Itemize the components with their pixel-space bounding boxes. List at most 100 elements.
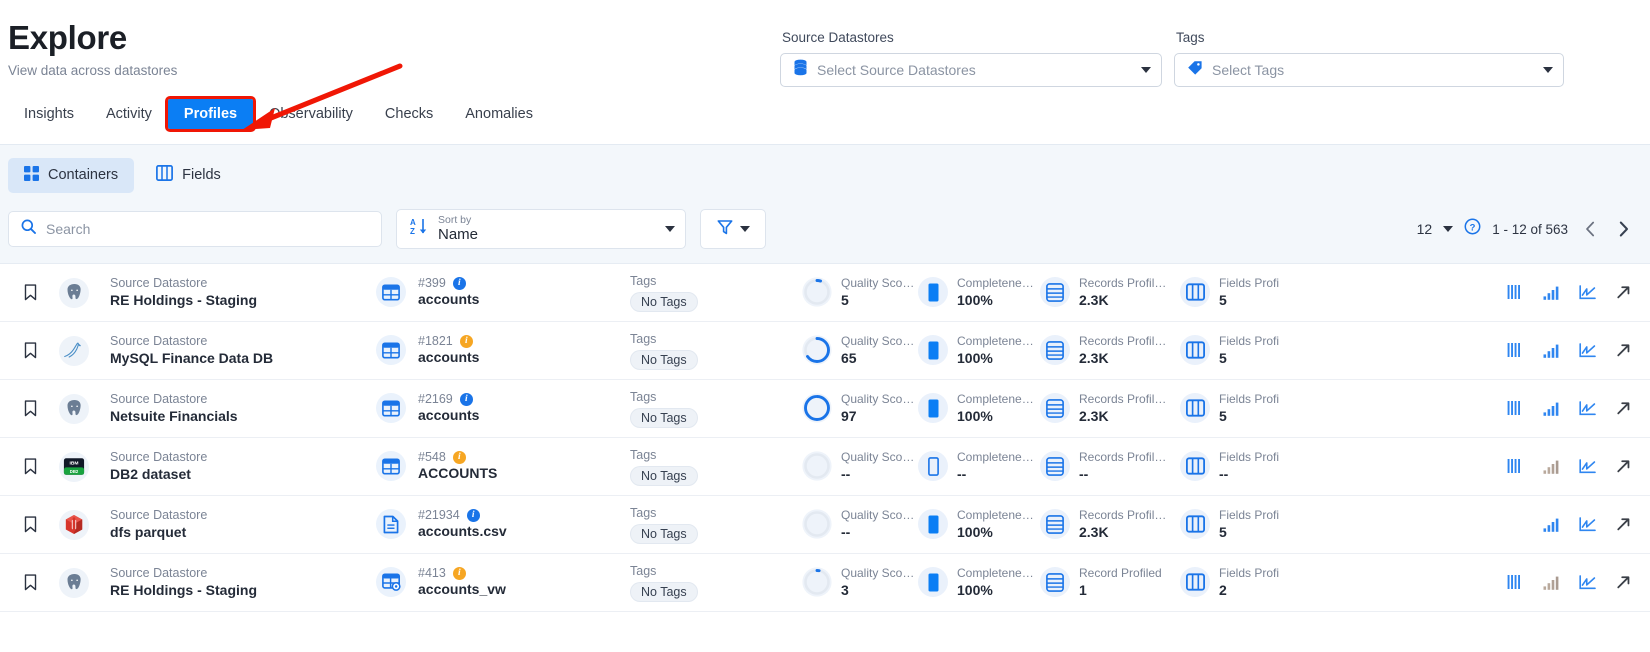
table-row[interactable]: Source Datastore MySQL Finance Data DB #…: [0, 322, 1650, 380]
bars-icon[interactable]: [1506, 343, 1524, 358]
fields-profiled-value: 5: [1219, 292, 1227, 309]
bookmark-icon[interactable]: [8, 400, 52, 417]
external-link-icon[interactable]: [1614, 575, 1632, 590]
fields-icon: [1180, 277, 1210, 308]
bookmark-icon[interactable]: [8, 516, 52, 533]
bars-icon[interactable]: [1506, 575, 1524, 590]
tab-anomalies[interactable]: Anomalies: [449, 99, 549, 129]
tags-label: Tags: [1176, 30, 1205, 45]
external-link-icon[interactable]: [1614, 459, 1632, 474]
next-page-button[interactable]: [1612, 218, 1634, 240]
bookmark-icon[interactable]: [8, 342, 52, 359]
search-input[interactable]: Search: [8, 211, 382, 247]
records-icon: [1046, 399, 1064, 418]
prev-page-button[interactable]: [1579, 218, 1601, 240]
chevron-down-icon[interactable]: [1443, 226, 1454, 232]
external-link-icon[interactable]: [1614, 517, 1632, 532]
bar-chart-icon[interactable]: [1542, 402, 1560, 416]
info-badge-icon[interactable]: i: [452, 276, 466, 290]
fields-icon: [1180, 335, 1210, 366]
bar-chart-icon[interactable]: [1542, 286, 1560, 300]
quality-score-label: Quality Sco…: [841, 565, 915, 580]
external-link-icon[interactable]: [1614, 343, 1632, 358]
bars-icon[interactable]: [1506, 285, 1524, 300]
top-filters: Source Datastores Select Source Datastor…: [780, 30, 1564, 87]
completeness-bar-icon: [928, 341, 938, 360]
line-chart-icon[interactable]: [1578, 343, 1596, 358]
quality-score-value: 65: [841, 350, 857, 367]
segment-fields[interactable]: Fields: [140, 157, 237, 193]
bookmark-icon[interactable]: [8, 574, 52, 591]
info-badge-icon[interactable]: i: [452, 566, 466, 580]
tags-cell: Tags No Tags: [606, 273, 796, 312]
chevron-down-icon[interactable]: [665, 226, 675, 232]
line-chart-icon[interactable]: [1578, 517, 1596, 532]
info-badge-icon[interactable]: i: [459, 392, 473, 406]
table-row[interactable]: Source Datastore RE Holdings - Staging #…: [0, 264, 1650, 322]
line-chart-icon[interactable]: [1578, 285, 1596, 300]
view-icon: [376, 567, 406, 598]
tags-label: Tags: [630, 506, 657, 521]
object-cell: #1821 i accounts: [376, 334, 606, 367]
explore-page: Explore View data across datastores Sour…: [0, 0, 1650, 652]
external-link-icon[interactable]: [1614, 401, 1632, 416]
datastore-cell: Source Datastore DB2 dataset: [96, 449, 376, 485]
completeness-bar-icon: [928, 399, 938, 418]
table-row[interactable]: Source Datastore RE Holdings - Staging #…: [0, 554, 1650, 612]
postgresql-icon: [59, 393, 89, 424]
fields-icon: [1180, 451, 1210, 482]
completeness-label: Completene…: [957, 333, 1034, 348]
sort-by-select[interactable]: A Z Sort by Name: [396, 209, 686, 249]
source-datastores-label: Source Datastores: [782, 30, 894, 45]
fields-profiled-label: Fields Profi: [1219, 275, 1280, 290]
filter-button[interactable]: [700, 209, 766, 249]
line-chart-icon[interactable]: [1578, 575, 1596, 590]
bookmark-icon[interactable]: [8, 284, 52, 301]
fields-icon: [1185, 283, 1205, 302]
tab-checks[interactable]: Checks: [369, 99, 449, 129]
bar-chart-icon[interactable]: [1542, 518, 1560, 532]
columns-icon: [156, 165, 174, 185]
bars-icon[interactable]: [1506, 459, 1524, 474]
completeness-label: Completene…: [957, 275, 1034, 290]
chevron-down-icon[interactable]: [739, 226, 750, 232]
table-row[interactable]: Source Datastore Netsuite Financials #21…: [0, 380, 1650, 438]
question-circle-icon[interactable]: ?: [1464, 218, 1481, 240]
fields-icon: [1185, 341, 1205, 360]
bar-chart-icon[interactable]: [1542, 460, 1560, 474]
info-badge-icon[interactable]: i: [452, 450, 466, 464]
external-link-icon[interactable]: [1614, 285, 1632, 300]
chevron-down-icon[interactable]: [1141, 67, 1151, 73]
bar-chart-icon[interactable]: [1542, 344, 1560, 358]
info-badge-icon[interactable]: i: [466, 508, 480, 522]
tab-insights[interactable]: Insights: [8, 99, 90, 129]
tab-profiles[interactable]: Profiles: [164, 96, 257, 132]
table-row[interactable]: IBM DB2 Source Datastore DB2 dataset #548…: [0, 438, 1650, 496]
line-chart-icon[interactable]: [1578, 459, 1596, 474]
object-cell: #548 i ACCOUNTS: [376, 450, 606, 483]
tags-value: No Tags: [630, 291, 698, 312]
chevron-down-icon[interactable]: [1543, 67, 1553, 73]
bars-icon[interactable]: [1506, 401, 1524, 416]
info-badge-icon[interactable]: i: [459, 334, 473, 348]
line-chart-icon[interactable]: [1578, 401, 1596, 416]
bookmark-icon[interactable]: [8, 458, 52, 475]
datastore-label: Source Datastore: [110, 333, 208, 348]
quality-score-ring: [802, 393, 832, 424]
bar-chart-icon[interactable]: [1542, 576, 1560, 590]
tab-activity[interactable]: Activity: [90, 99, 168, 129]
profiles-list: Source Datastore RE Holdings - Staging #…: [0, 263, 1650, 612]
tags-select[interactable]: Select Tags: [1174, 53, 1564, 87]
object-cell: #2169 i accounts: [376, 392, 606, 425]
source-datastores-select[interactable]: Select Source Datastores: [780, 53, 1162, 87]
completeness-icon: [918, 393, 948, 424]
tab-observability[interactable]: Observability: [253, 99, 369, 129]
table-row[interactable]: Source Datastore dfs parquet #21934 i ac…: [0, 496, 1650, 554]
records-profiled-label: Records Profil…: [1079, 333, 1167, 348]
datastore-cell: Source Datastore dfs parquet: [96, 507, 376, 543]
table-icon: [376, 451, 406, 482]
fields-profiled-label: Fields Profi: [1219, 391, 1280, 406]
segment-containers[interactable]: Containers: [8, 157, 135, 193]
datastore-name: dfs parquet: [110, 524, 187, 541]
sort-by-label: Sort by: [438, 214, 472, 227]
